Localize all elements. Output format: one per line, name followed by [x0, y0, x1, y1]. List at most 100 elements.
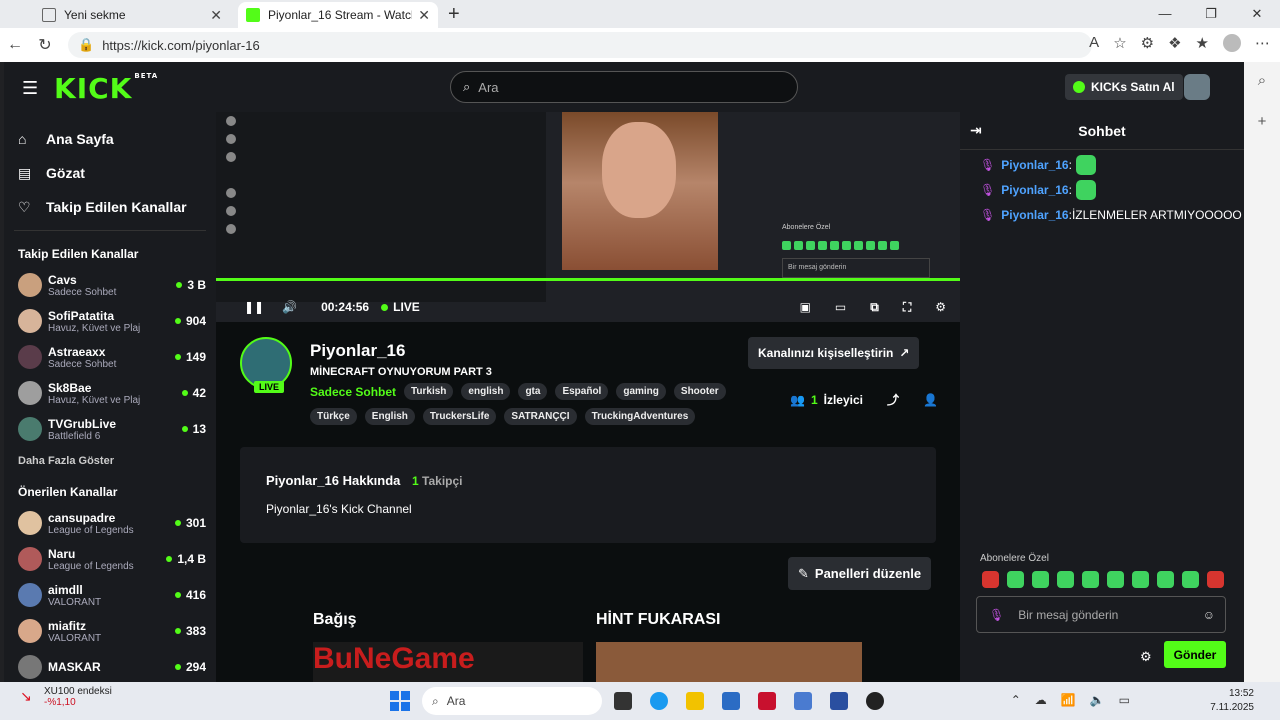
buy-kicks-button[interactable]: KICKs Satın Al: [1065, 74, 1183, 100]
chevron-up-icon[interactable]: ⌃: [1011, 693, 1021, 707]
tag[interactable]: TruckersLife: [422, 408, 497, 425]
emoji-icon[interactable]: ☺: [1203, 608, 1215, 622]
collapse-chat-icon[interactable]: ⇥: [970, 122, 982, 139]
nav-home[interactable]: ⌂ Ana Sayfa: [4, 122, 216, 156]
app-icon[interactable]: [830, 692, 848, 710]
show-more-button[interactable]: Daha Fazla Göster: [4, 447, 216, 475]
send-button[interactable]: Gönder: [1164, 641, 1226, 668]
chat-username[interactable]: Piyonlar_16: [1001, 208, 1068, 222]
emote-icon[interactable]: [1207, 571, 1224, 588]
channel-avatar[interactable]: LIVE: [240, 337, 292, 393]
windows-start-icon[interactable]: [390, 691, 410, 711]
add-user-icon[interactable]: 👤: [923, 393, 938, 407]
channel-item-cansupadre[interactable]: cansupadre League of Legends 301: [4, 505, 216, 541]
fullscreen-icon[interactable]: ⛶: [903, 300, 911, 315]
tag[interactable]: Español: [555, 383, 609, 400]
favorites-icon[interactable]: ★: [1196, 34, 1209, 52]
channel-name[interactable]: Piyonlar_16: [310, 341, 405, 361]
emote-icon[interactable]: [1057, 571, 1074, 588]
channel-item-tvgrublive[interactable]: TVGrubLive Battlefield 6 13: [4, 411, 216, 447]
favorite-star-icon[interactable]: ☆: [1113, 34, 1126, 52]
app-icon[interactable]: [866, 692, 884, 710]
nav-browse[interactable]: ▤ Gözat: [4, 156, 216, 190]
emote-icon[interactable]: [1082, 571, 1099, 588]
channel-item-miafitz[interactable]: miafitz VALORANT 383: [4, 613, 216, 649]
profile-icon[interactable]: [1223, 34, 1241, 52]
emote-icon[interactable]: [1107, 571, 1124, 588]
browser-tab-new[interactable]: Yeni sekme ✕: [34, 2, 230, 28]
read-aloud-icon[interactable]: A: [1089, 34, 1099, 52]
emote-icon[interactable]: [1157, 571, 1174, 588]
channel-item-sofipatatita[interactable]: SofiPatatita Havuz, Küvet ve Plaj 904: [4, 303, 216, 339]
wifi-icon[interactable]: 📶: [1061, 693, 1076, 707]
video-player[interactable]: Abonelere Özel Bir mesaj gönderin ❚❚ 🔊 0…: [216, 112, 960, 322]
url-field[interactable]: 🔒 https://kick.com/piyonlar-16: [68, 32, 1092, 58]
channel-item-astraeaxx[interactable]: Astraeaxx Sadece Sohbet 149: [4, 339, 216, 375]
add-icon[interactable]: +: [1258, 113, 1267, 130]
kick-logo[interactable]: KICK BETA: [54, 72, 158, 105]
search-input[interactable]: ⌕ Ara: [450, 71, 798, 103]
close-icon[interactable]: ✕: [418, 7, 430, 24]
donation-panel-image[interactable]: BuNeGame: [313, 642, 583, 682]
task-view-icon[interactable]: [614, 692, 632, 710]
edit-panels-button[interactable]: ✎ Panelleri düzenle: [788, 557, 932, 590]
stock-widget[interactable]: ↘ XU100 endeksi -%1,10: [20, 686, 112, 708]
chat-username[interactable]: Piyonlar_16: [1001, 183, 1068, 197]
pause-icon[interactable]: ❚❚: [244, 300, 264, 314]
channel-item-naru[interactable]: Naru League of Legends 1,4 B: [4, 541, 216, 577]
new-tab-button[interactable]: +: [448, 3, 460, 26]
theater-icon[interactable]: ▭: [835, 300, 846, 315]
tag[interactable]: TruckingAdventures: [584, 408, 696, 425]
pip-icon[interactable]: ⧉: [870, 300, 879, 315]
maximize-button[interactable]: ❐: [1188, 0, 1234, 28]
tag[interactable]: Turkish: [404, 383, 454, 400]
minimize-button[interactable]: —: [1142, 0, 1188, 28]
emote-icon[interactable]: [1182, 571, 1199, 588]
category-link[interactable]: Sadece Sohbet: [310, 385, 396, 399]
taskbar-clock[interactable]: 13:52 7.11.2025: [1210, 687, 1254, 715]
miniplayer-icon[interactable]: ▣: [800, 300, 811, 315]
emote-icon[interactable]: [982, 571, 999, 588]
refresh-button[interactable]: ↻: [30, 35, 60, 55]
more-menu-icon[interactable]: ⋯: [1255, 34, 1270, 52]
emote-icon[interactable]: [1007, 571, 1024, 588]
back-button[interactable]: ←: [0, 36, 30, 54]
channel-item-sk8bae[interactable]: Sk8Bae Havuz, Küvet ve Plaj 42: [4, 375, 216, 411]
close-window-button[interactable]: ✕: [1234, 0, 1280, 28]
extensions-icon[interactable]: ⚙: [1141, 34, 1154, 52]
tag[interactable]: SATRANÇÇI: [504, 408, 577, 425]
channel-item-aimdll[interactable]: aimdll VALORANT 416: [4, 577, 216, 613]
channel-item-cavs[interactable]: Cavs Sadece Sohbet 3 B: [4, 267, 216, 303]
search-icon[interactable]: ⌕: [1258, 72, 1266, 89]
volume-icon[interactable]: 🔊: [282, 300, 297, 314]
customize-channel-button[interactable]: Kanalınızı kişiselleştirin ↗: [748, 337, 920, 369]
file-explorer-icon[interactable]: [686, 692, 704, 710]
browser-tab-kick[interactable]: Piyonlar_16 Stream - Watch Live o ✕: [238, 2, 438, 28]
outlook-icon[interactable]: [794, 692, 812, 710]
nav-following[interactable]: ♡ Takip Edilen Kanallar: [4, 190, 216, 224]
chat-input[interactable]: 🎙 Bir mesaj gönderin ☺: [976, 596, 1226, 633]
battery-icon[interactable]: ▭: [1119, 693, 1130, 707]
emote-icon[interactable]: [1032, 571, 1049, 588]
tag[interactable]: Türkçe: [310, 408, 357, 425]
chat-username[interactable]: Piyonlar_16: [1001, 158, 1068, 172]
menu-icon[interactable]: ☰: [22, 78, 38, 99]
taskbar-search[interactable]: ⌕ Ara: [422, 687, 602, 715]
avatar[interactable]: [1184, 74, 1210, 100]
mcafee-icon[interactable]: [758, 692, 776, 710]
channel-item-maskar[interactable]: MASKAR 294: [4, 649, 216, 682]
close-icon[interactable]: ✕: [210, 7, 222, 24]
share-icon[interactable]: ⤴: [887, 391, 899, 408]
chat-settings-icon[interactable]: ⚙: [1140, 649, 1152, 665]
tag[interactable]: gaming: [616, 383, 666, 400]
tag[interactable]: English: [364, 408, 415, 425]
video-progress-bar[interactable]: [216, 278, 960, 281]
tag[interactable]: gta: [518, 383, 548, 400]
settings-icon[interactable]: ⚙: [935, 300, 946, 315]
cloud-icon[interactable]: ☁: [1035, 693, 1047, 707]
tag[interactable]: Shooter: [673, 383, 726, 400]
emote-icon[interactable]: [1132, 571, 1149, 588]
speaker-icon[interactable]: 🔈: [1090, 693, 1105, 707]
store-icon[interactable]: [722, 692, 740, 710]
tag[interactable]: english: [461, 383, 511, 400]
